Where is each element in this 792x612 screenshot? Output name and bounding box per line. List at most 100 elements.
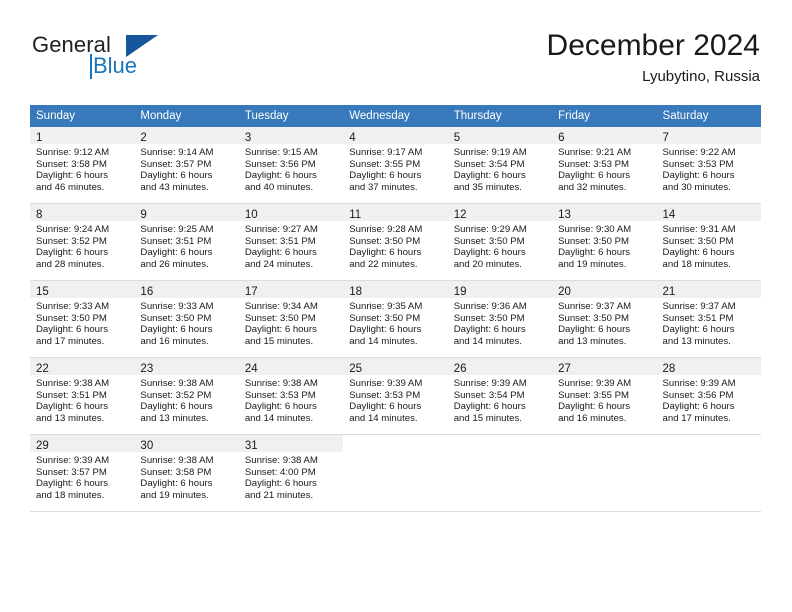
calendar-day-cell[interactable]: 14 Sunrise: 9:31 AM Sunset: 3:50 PM Dayligh… [656,203,761,281]
day-cell-content: 16 Sunrise: 9:33 AM Sunset: 3:50 PM Dayligh… [134,281,239,357]
calendar-day-cell[interactable]: 13 Sunrise: 9:30 AM Sunset: 3:50 PM Dayligh… [552,203,657,281]
calendar-day-cell[interactable]: 5 Sunrise: 9:19 AM Sunset: 3:54 PM Daylight… [447,127,553,204]
daylight-duration-line1: Daylight: 6 hours [558,247,631,259]
day-number-band: 27 [552,358,657,375]
calendar-day-cell[interactable]: 9 Sunrise: 9:25 AM Sunset: 3:51 PM Daylight… [134,203,239,281]
calendar-day-cell[interactable]: 22 Sunrise: 9:38 AM Sunset: 3:51 PM Dayligh… [30,357,135,435]
calendar-day-cell[interactable]: 12 Sunrise: 9:29 AM Sunset: 3:50 PM Dayligh… [447,203,553,281]
calendar-day-cell[interactable]: 8 Sunrise: 9:24 AM Sunset: 3:52 PM Daylight… [30,203,135,281]
day-number-band [552,435,656,452]
day-details: Sunrise: 9:25 AM Sunset: 3:51 PM Daylight:… [134,221,238,270]
calendar-day-cell[interactable]: 16 Sunrise: 9:33 AM Sunset: 3:50 PM Dayligh… [134,280,239,358]
calendar-day-cell[interactable]: 30 Sunrise: 9:38 AM Sunset: 3:58 PM Dayligh… [134,434,239,512]
daylight-duration-line2: and 16 minutes. [140,335,209,347]
day-cell-content [343,435,447,511]
sunrise-time: Sunrise: 9:30 AM [558,224,632,235]
calendar-day-cell[interactable]: 3 Sunrise: 9:15 AM Sunset: 3:56 PM Daylight… [238,127,344,204]
weekday-header-sunday: Sunday [30,105,135,127]
day-cell-content: 7 Sunrise: 9:22 AM Sunset: 3:53 PM Daylight… [656,127,761,203]
calendar-day-cell[interactable]: 29 Sunrise: 9:39 AM Sunset: 3:57 PM Dayligh… [30,434,135,512]
calendar-day-cell[interactable]: 21 Sunrise: 9:37 AM Sunset: 3:51 PM Dayligh… [656,280,761,358]
day-cell-content: 19 Sunrise: 9:36 AM Sunset: 3:50 PM Dayligh… [447,281,553,357]
calendar-day-cell[interactable]: 24 Sunrise: 9:38 AM Sunset: 3:53 PM Dayligh… [238,357,344,435]
day-number: 30 [140,440,154,452]
daylight-duration-line1: Daylight: 6 hours [349,401,422,413]
daylight-duration-line2: and 32 minutes. [558,181,627,193]
calendar-day-cell[interactable]: 18 Sunrise: 9:35 AM Sunset: 3:50 PM Dayligh… [343,280,448,358]
sunrise-time: Sunrise: 9:28 AM [349,224,423,235]
day-details: Sunrise: 9:33 AM Sunset: 3:50 PM Daylight:… [30,298,134,347]
daylight-duration-line1: Daylight: 6 hours [662,170,735,182]
day-cell-content: 24 Sunrise: 9:38 AM Sunset: 3:53 PM Dayligh… [238,358,344,434]
calendar-day-cell[interactable]: 25 Sunrise: 9:39 AM Sunset: 3:53 PM Dayligh… [343,357,448,435]
day-number: 19 [453,286,467,298]
sunset-time: Sunset: 3:53 PM [558,158,630,170]
day-number: 31 [244,440,258,452]
day-number: 25 [349,363,363,375]
calendar-day-cell[interactable]: 31 Sunrise: 9:38 AM Sunset: 4:00 PM Dayligh… [238,434,344,512]
calendar-day-cell[interactable]: 10 Sunrise: 9:27 AM Sunset: 3:51 PM Dayligh… [238,203,344,281]
sunset-time: Sunset: 3:51 PM [140,235,212,247]
sunrise-time: Sunrise: 9:33 AM [36,301,110,312]
day-cell-content: 8 Sunrise: 9:24 AM Sunset: 3:52 PM Daylight… [30,204,135,280]
calendar-day-cell[interactable]: 6 Sunrise: 9:21 AM Sunset: 3:53 PM Daylight… [552,127,657,204]
sunset-time: Sunset: 3:53 PM [244,389,316,401]
calendar-day-cell[interactable]: 15 Sunrise: 9:33 AM Sunset: 3:50 PM Dayligh… [30,280,135,358]
sunset-time: Sunset: 3:51 PM [244,235,316,247]
general-blue-logo[interactable]: General Blue [30,32,210,86]
calendar-day-cell[interactable]: 20 Sunrise: 9:37 AM Sunset: 3:50 PM Dayligh… [552,280,657,358]
daylight-duration-line2: and 15 minutes. [453,412,522,424]
calendar-day-cell[interactable]: 1 Sunrise: 9:12 AM Sunset: 3:58 PM Daylight… [30,127,135,204]
daylight-duration-line1: Daylight: 6 hours [349,170,422,182]
sunset-time: Sunset: 3:50 PM [662,235,734,247]
calendar-day-cell[interactable]: 17 Sunrise: 9:34 AM Sunset: 3:50 PM Dayligh… [238,280,344,358]
sunset-time: Sunset: 3:50 PM [558,235,630,247]
calendar-day-cell[interactable]: 4 Sunrise: 9:17 AM Sunset: 3:55 PM Daylight… [343,127,448,204]
daylight-duration-line2: and 19 minutes. [558,258,627,270]
calendar-page: General Blue December 2024 Lyubytino, Ru… [0,0,792,612]
daylight-duration-line2: and 46 minutes. [36,181,105,193]
calendar-week-row: 22 Sunrise: 9:38 AM Sunset: 3:51 PM Dayligh… [30,357,761,435]
day-details: Sunrise: 9:21 AM Sunset: 3:53 PM Daylight:… [552,144,656,193]
day-number: 22 [36,363,49,375]
day-details: Sunrise: 9:14 AM Sunset: 3:57 PM Daylight:… [134,144,238,193]
daylight-duration-line1: Daylight: 6 hours [140,324,213,336]
sunrise-time: Sunrise: 9:35 AM [349,301,423,312]
day-number-band [448,435,552,452]
day-details: Sunrise: 9:34 AM Sunset: 3:50 PM Daylight:… [239,298,343,347]
day-number-band: 24 [238,358,344,375]
sunrise-time: Sunrise: 9:39 AM [36,455,110,466]
sunrise-time: Sunrise: 9:12 AM [36,147,110,158]
day-details: Sunrise: 9:37 AM Sunset: 3:51 PM Daylight:… [657,298,761,347]
day-details: Sunrise: 9:36 AM Sunset: 3:50 PM Daylight:… [448,298,552,347]
day-number-band: 15 [30,281,135,298]
day-details [343,452,447,455]
day-details: Sunrise: 9:38 AM Sunset: 4:00 PM Daylight:… [239,452,343,501]
daylight-duration-line1: Daylight: 6 hours [140,247,213,259]
sunrise-time: Sunrise: 9:39 AM [453,378,527,389]
day-number: 1 [36,132,43,144]
day-number: 6 [558,132,565,144]
day-number: 13 [558,209,571,221]
calendar-day-cell[interactable]: 27 Sunrise: 9:39 AM Sunset: 3:55 PM Dayligh… [552,357,657,435]
sunrise-time: Sunrise: 9:21 AM [558,147,632,158]
daylight-duration-line1: Daylight: 6 hours [244,247,317,259]
day-details: Sunrise: 9:19 AM Sunset: 3:54 PM Daylight:… [448,144,552,193]
day-number-band: 10 [238,204,344,221]
calendar-week-row: 8 Sunrise: 9:24 AM Sunset: 3:52 PM Daylight… [30,203,761,281]
day-number-band [657,435,761,452]
calendar-day-cell[interactable]: 26 Sunrise: 9:39 AM Sunset: 3:54 PM Dayligh… [447,357,553,435]
calendar-day-cell[interactable]: 11 Sunrise: 9:28 AM Sunset: 3:50 PM Dayligh… [343,203,448,281]
calendar-day-cell[interactable]: 2 Sunrise: 9:14 AM Sunset: 3:57 PM Daylight… [134,127,239,204]
sunset-time: Sunset: 3:54 PM [453,158,525,170]
calendar-day-cell[interactable]: 7 Sunrise: 9:22 AM Sunset: 3:53 PM Daylight… [656,127,761,204]
daylight-duration-line1: Daylight: 6 hours [453,401,526,413]
calendar-day-cell[interactable]: 19 Sunrise: 9:36 AM Sunset: 3:50 PM Dayligh… [447,280,553,358]
day-number-band: 20 [552,281,657,298]
day-number-band: 21 [656,281,761,298]
daylight-duration-line2: and 15 minutes. [244,335,314,347]
calendar-day-cell[interactable]: 23 Sunrise: 9:38 AM Sunset: 3:52 PM Dayligh… [134,357,239,435]
calendar-week-row: 1 Sunrise: 9:12 AM Sunset: 3:58 PM Daylight… [30,127,761,204]
calendar-day-cell[interactable]: 28 Sunrise: 9:39 AM Sunset: 3:56 PM Dayligh… [656,357,761,435]
daylight-duration-line1: Daylight: 6 hours [453,247,526,259]
